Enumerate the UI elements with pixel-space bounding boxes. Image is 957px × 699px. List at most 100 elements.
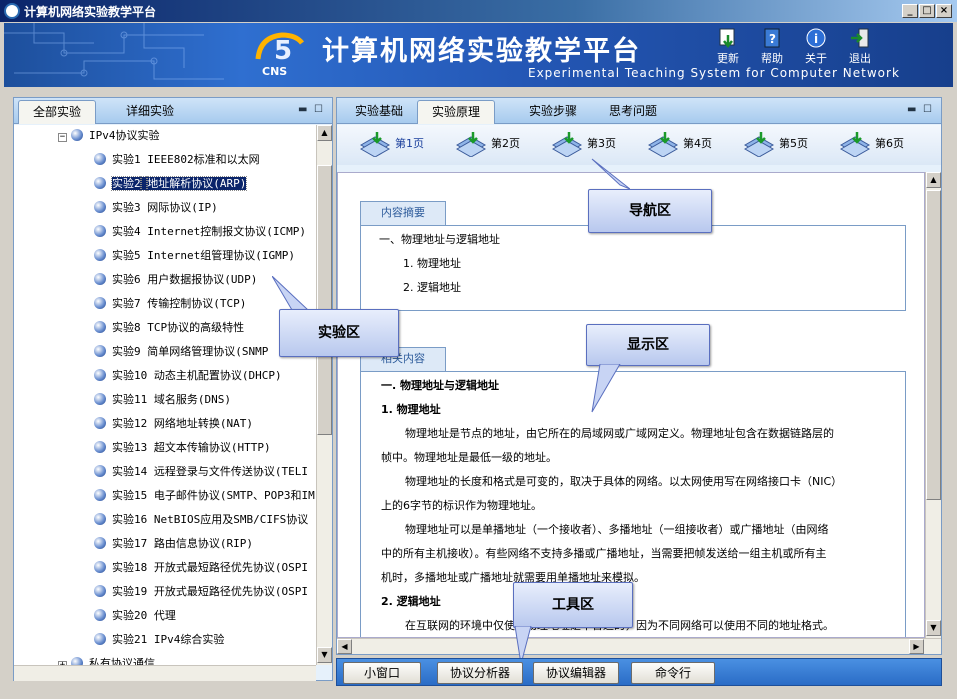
- experiment-icon: [94, 297, 106, 309]
- tab-all-experiments[interactable]: 全部实验: [18, 100, 97, 124]
- scroll-left-icon[interactable]: ◀: [337, 639, 352, 654]
- close-button[interactable]: ×: [936, 4, 952, 18]
- info-icon: i: [806, 28, 826, 48]
- display-vertical-scrollbar[interactable]: ▲ ▼: [925, 172, 941, 638]
- experiment-icon: [94, 177, 106, 189]
- tree-root-ipv4[interactable]: − IPv4协议实验: [58, 125, 160, 147]
- experiment-label: [147, 417, 154, 430]
- experiment-label: 实验19: [112, 585, 148, 598]
- summary-tab[interactable]: 内容摘要: [360, 201, 446, 225]
- display-horizontal-scrollbar[interactable]: ◀ ▶: [337, 638, 941, 654]
- tab-experiment-basics[interactable]: 实验基础: [341, 100, 417, 124]
- experiment-name: 代理: [153, 609, 176, 622]
- scroll-up-icon[interactable]: ▲: [926, 172, 941, 188]
- tree-item-experiment[interactable]: 实验19 开放式最短路径优先协议(OSPI: [94, 581, 308, 603]
- tree-item-experiment[interactable]: 实验18 开放式最短路径优先协议(OSPI: [94, 557, 308, 579]
- collapse-icon[interactable]: −: [58, 133, 67, 142]
- experiment-label: 实验17: [112, 537, 148, 550]
- page-button[interactable]: 第4页: [647, 131, 712, 159]
- tree-item-experiment[interactable]: 实验6 用户数据报协议(UDP): [94, 269, 257, 291]
- tree-item-experiment[interactable]: 实验20 代理: [94, 605, 176, 627]
- panel-maximize-icon[interactable]: ☐: [314, 104, 323, 115]
- panel-maximize-icon[interactable]: ☐: [923, 104, 932, 115]
- node-icon: [71, 129, 83, 141]
- tab-detailed-experiments[interactable]: 详细实验: [112, 100, 188, 124]
- page-button[interactable]: 第3页: [551, 131, 616, 159]
- tab-experiment-principle[interactable]: 实验原理: [417, 100, 496, 124]
- tree-vertical-scrollbar[interactable]: ▲ ▼: [316, 125, 332, 665]
- minimize-button[interactable]: _: [902, 4, 918, 18]
- experiment-label: 实验3: [112, 201, 141, 214]
- experiment-name: 域名服务(DNS): [153, 393, 231, 406]
- page-button[interactable]: 第2页: [455, 131, 520, 159]
- update-button[interactable]: 更新: [706, 27, 750, 67]
- tree-item-experiment[interactable]: 实验3 网际协议(IP): [94, 197, 218, 219]
- tab-thinking-questions[interactable]: 思考问题: [595, 100, 671, 124]
- about-button[interactable]: i 关于: [794, 27, 838, 67]
- window-title: 计算机网络实验教学平台: [24, 5, 157, 19]
- page-button[interactable]: 第1页: [359, 131, 424, 159]
- tree-item-experiment[interactable]: 实验17 路由信息协议(RIP): [94, 533, 253, 555]
- tree-item-experiment[interactable]: 实验21 IPv4综合实验: [94, 629, 224, 651]
- experiment-label: 实验5: [112, 249, 141, 262]
- scroll-thumb[interactable]: [317, 165, 332, 435]
- display-area-callout: 显示区: [586, 324, 710, 366]
- tree-item-experiment[interactable]: 实验15 电子邮件协议(SMTP、POP3和IM: [94, 485, 315, 507]
- tree-horizontal-scrollbar[interactable]: [14, 665, 316, 681]
- experiment-name: IEEE802标准和以太网: [147, 153, 260, 166]
- cns-logo: 5 CNS: [255, 32, 304, 77]
- maximize-button[interactable]: □: [919, 4, 935, 18]
- tree-item-experiment[interactable]: 实验8 TCP协议的高级特性: [94, 317, 244, 339]
- tree-root-private-protocol[interactable]: + 私有协议通信: [58, 653, 155, 665]
- tree-item-experiment[interactable]: 实验13 超文本传输协议(HTTP): [94, 437, 271, 459]
- experiment-name: 简单网络管理协议(SNMP: [147, 345, 269, 358]
- scroll-down-icon[interactable]: ▼: [317, 647, 332, 663]
- protocol-editor-button[interactable]: 协议编辑器: [533, 662, 619, 684]
- panel-minimize-icon[interactable]: ▬: [298, 104, 307, 115]
- experiment-label: 实验4: [112, 225, 141, 238]
- tree-item-experiment[interactable]: 实验14 远程登录与文件传送协议(TELI: [94, 461, 308, 483]
- experiment-name: 网络地址转换(NAT): [153, 417, 253, 430]
- experiment-icon: [94, 489, 106, 501]
- experiment-icon: [94, 609, 106, 621]
- experiment-icon: [94, 417, 106, 429]
- experiment-name: Internet控制报文协议(ICMP): [147, 225, 306, 238]
- tree-item-experiment[interactable]: 实验9 简单网络管理协议(SNMP: [94, 341, 268, 363]
- summary-line[interactable]: 1. 物理地址: [403, 252, 461, 276]
- scroll-up-icon[interactable]: ▲: [317, 125, 332, 141]
- help-button[interactable]: ? 帮助: [750, 27, 794, 67]
- experiment-label: [147, 489, 154, 502]
- tab-experiment-steps[interactable]: 实验步骤: [515, 100, 591, 124]
- tree-item-experiment[interactable]: 实验1 IEEE802标准和以太网: [94, 149, 260, 171]
- tree-item-experiment[interactable]: 实验2 地址解析协议(ARP): [94, 173, 248, 195]
- tree-item-experiment[interactable]: 实验16 NetBIOS应用及SMB/CIFS协议: [94, 509, 308, 531]
- scroll-right-icon[interactable]: ▶: [909, 639, 924, 654]
- experiment-name: 远程登录与文件传送协议(TELI: [153, 465, 308, 478]
- scroll-down-icon[interactable]: ▼: [926, 620, 941, 636]
- page-button[interactable]: 第6页: [839, 131, 904, 159]
- tree-item-experiment[interactable]: 实验7 传输控制协议(TCP): [94, 293, 246, 315]
- small-window-button[interactable]: 小窗口: [343, 662, 421, 684]
- experiment-label: [147, 585, 154, 598]
- exit-button[interactable]: 退出: [838, 27, 882, 67]
- scroll-thumb[interactable]: [926, 190, 941, 500]
- tree-item-experiment[interactable]: 实验12 网络地址转换(NAT): [94, 413, 253, 435]
- experiment-icon: [94, 321, 106, 333]
- experiment-label: 实验21: [112, 633, 148, 646]
- experiment-label: 实验18: [112, 561, 148, 574]
- tree-item-experiment[interactable]: 实验10 动态主机配置协议(DHCP): [94, 365, 282, 387]
- tree-item-experiment[interactable]: 实验4 Internet控制报文协议(ICMP): [94, 221, 306, 243]
- window-title-bar[interactable]: 计算机网络实验教学平台 _ □ ×: [0, 0, 957, 22]
- experiment-name: 地址解析协议(ARP): [146, 176, 248, 191]
- help-icon: ?: [764, 28, 780, 48]
- summary-line[interactable]: 2. 逻辑地址: [403, 276, 461, 300]
- tree-item-experiment[interactable]: 实验5 Internet组管理协议(IGMP): [94, 245, 295, 267]
- tree-item-experiment[interactable]: 实验11 域名服务(DNS): [94, 389, 231, 411]
- page-button[interactable]: 第5页: [743, 131, 808, 159]
- command-line-button[interactable]: 命令行: [631, 662, 715, 684]
- experiment-icon: [94, 513, 106, 525]
- protocol-analyzer-button[interactable]: 协议分析器: [437, 662, 523, 684]
- app-icon: [4, 3, 20, 19]
- panel-minimize-icon[interactable]: ▬: [907, 104, 916, 115]
- experiment-icon: [94, 585, 106, 597]
